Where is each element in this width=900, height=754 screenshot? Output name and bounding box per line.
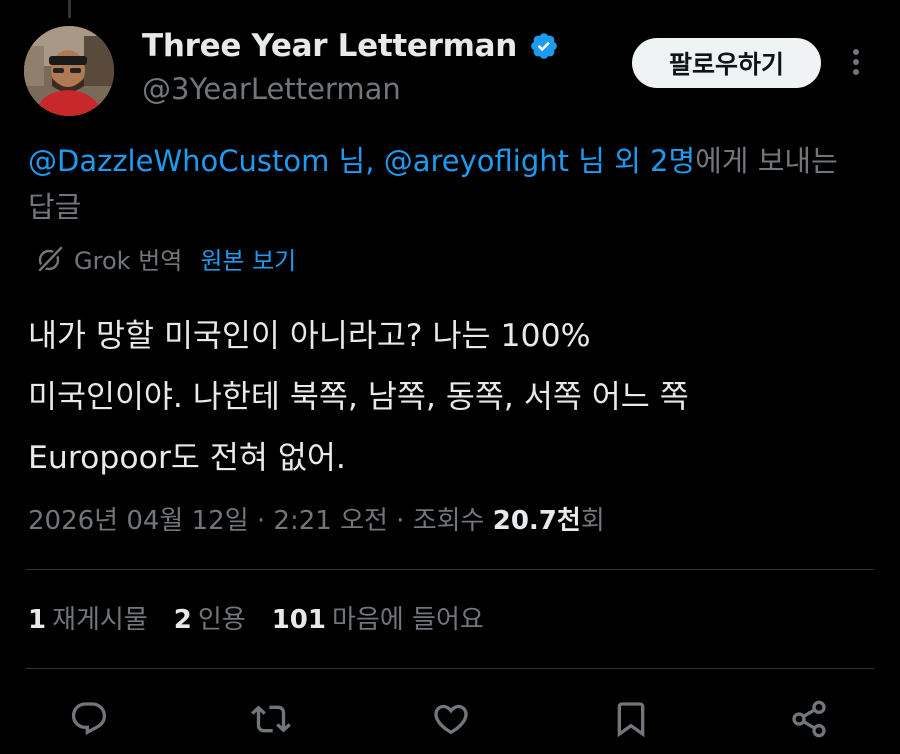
reply-button[interactable]: [64, 694, 114, 744]
repost-icon: [251, 705, 291, 733]
likes-label: 마음에 들어요: [332, 605, 484, 635]
mention-link[interactable]: @areyoflight 님 외 2명: [384, 144, 695, 178]
share-icon: [792, 700, 826, 738]
quotes-label: 인용: [197, 605, 246, 635]
tweet-text-line: Europoor도 전혀 없어.: [28, 440, 346, 476]
thread-connector-line: [68, 0, 71, 18]
quotes-stat[interactable]: 2 인용: [174, 599, 246, 636]
reposts-stat[interactable]: 1 재게시물: [28, 599, 148, 636]
more-options-button[interactable]: [836, 42, 876, 82]
verified-badge-icon[interactable]: [529, 31, 559, 61]
author-name-row: Three Year Letterman: [142, 28, 559, 64]
grok-translation-label: Grok 번역: [74, 247, 183, 275]
tweet-metadata: 2026년 04월 12일 · 2:21 오전 · 조회수 20.7천회: [28, 500, 605, 537]
divider: [26, 668, 874, 669]
replying-label: 답글: [28, 190, 82, 224]
avatar[interactable]: [24, 26, 114, 116]
more-vertical-icon: [853, 49, 859, 75]
share-button[interactable]: [784, 694, 834, 744]
mention-link[interactable]: @DazzleWhoCustom 님,: [28, 144, 374, 178]
reposts-count: 1: [28, 605, 47, 635]
bookmark-button[interactable]: [606, 694, 656, 744]
bookmark-icon: [617, 702, 645, 738]
like-button[interactable]: [426, 694, 476, 744]
tweet-text-line: 미국인이야. 나한테 북쪽, 남쪽, 동쪽, 서쪽 어느 쪽: [28, 379, 689, 415]
engagement-stats: 1 재게시물 2 인용 101 마음에 들어요: [28, 599, 484, 636]
quotes-count: 2: [173, 605, 192, 635]
replying-to-text: @DazzleWhoCustom 님, @areyoflight 님 외 2명에…: [28, 138, 900, 230]
heart-icon: [434, 704, 468, 735]
follow-button[interactable]: 팔로우하기: [632, 38, 821, 88]
show-original-link[interactable]: 원본 보기: [200, 241, 296, 276]
repost-button[interactable]: [246, 694, 296, 744]
author-handle[interactable]: @3YearLetterman: [142, 72, 401, 106]
translation-row: Grok 번역 원본 보기: [34, 241, 296, 276]
tweet-body: 내가 망할 미국인이 아니라고? 나는 100% 미국인이야. 나한테 북쪽, …: [28, 306, 878, 489]
views-count: 20.7천: [492, 506, 581, 536]
views-suffix: 회: [580, 506, 605, 536]
divider: [26, 569, 874, 570]
author-display-name[interactable]: Three Year Letterman: [142, 28, 517, 64]
replying-suffix: 에게 보내는: [695, 144, 838, 178]
likes-stat[interactable]: 101 마음에 들어요: [272, 599, 484, 636]
tweet-text-line: 내가 망할 미국인이 아니라고? 나는 100%: [28, 318, 591, 354]
reply-icon: [71, 702, 107, 736]
likes-count: 101: [271, 605, 326, 635]
tweet-timestamp[interactable]: 2026년 04월 12일 · 2:21 오전 · 조회수: [28, 506, 493, 536]
reposts-label: 재게시물: [52, 605, 148, 635]
grok-icon: [34, 243, 66, 275]
